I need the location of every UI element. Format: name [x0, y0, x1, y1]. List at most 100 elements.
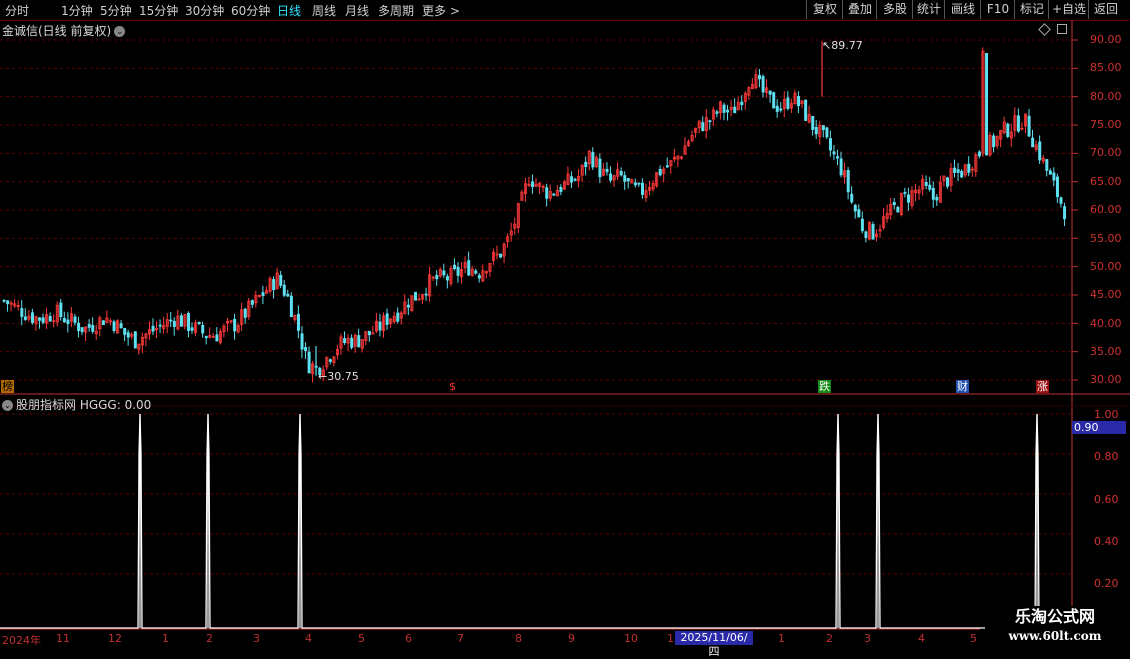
event-marker-dollar[interactable]: $: [448, 380, 457, 393]
candle-body: [953, 167, 957, 173]
candle-body: [453, 264, 457, 270]
candle-body: [187, 313, 191, 331]
y-tick-35: 35.00: [1090, 345, 1122, 358]
candle-body: [66, 319, 70, 325]
candle-body: [1038, 141, 1042, 161]
candle-body: [204, 335, 208, 339]
candle-body: [20, 308, 24, 317]
max-price-annotation: ↖89.77: [822, 39, 863, 52]
candle-body: [233, 318, 237, 332]
candle-body: [857, 209, 861, 218]
candle-body: [708, 120, 712, 123]
candle-body: [832, 151, 836, 155]
candle-body: [73, 316, 77, 323]
event-marker-drop[interactable]: 跌: [818, 380, 831, 393]
candle-body: [151, 325, 155, 332]
candle-body: [477, 275, 481, 279]
candle-body: [598, 158, 602, 178]
candlestick-chart[interactable]: [0, 0, 1130, 650]
candle-body: [722, 104, 726, 113]
candle-body: [768, 90, 772, 95]
candle-body: [977, 151, 981, 157]
candle-body: [445, 276, 449, 281]
y-tick-65: 65.00: [1090, 175, 1122, 188]
candle-body: [30, 312, 34, 323]
candle-body: [38, 317, 42, 321]
candle-body: [665, 165, 669, 168]
candle-body: [1027, 115, 1031, 137]
candle-body: [367, 330, 371, 336]
x-tick-11: 11: [56, 632, 70, 645]
candle-body: [836, 156, 840, 159]
candle-body: [385, 313, 389, 325]
candle-body: [2, 299, 6, 302]
candle-body: [715, 111, 719, 114]
candle-body: [892, 202, 896, 206]
candle-body: [296, 313, 300, 331]
candle-body: [573, 178, 577, 181]
candle-body: [804, 99, 808, 121]
candle-body: [797, 96, 801, 107]
candle-body: [282, 284, 286, 296]
candle-body: [935, 196, 939, 201]
candle-body: [261, 292, 265, 297]
candle-body: [924, 182, 928, 186]
candle-body: [853, 204, 857, 212]
candle-body: [850, 193, 854, 203]
candle-body: [250, 300, 254, 305]
candle-body: [860, 218, 864, 232]
event-marker-finance[interactable]: 财: [956, 380, 969, 393]
candle-body: [1031, 137, 1035, 148]
candle-body: [304, 347, 308, 352]
event-marker-rank[interactable]: 榜: [1, 380, 14, 393]
candle-body: [23, 316, 27, 320]
candle-body: [786, 97, 790, 109]
candle-body: [545, 187, 549, 199]
candle-body: [243, 308, 247, 318]
candle-body: [775, 105, 779, 112]
x-tick-12: 12: [108, 632, 122, 645]
candle-body: [289, 295, 293, 318]
min-price-annotation: ←30.75: [318, 370, 359, 383]
min-price-value: 30.75: [327, 370, 359, 383]
candle-body: [474, 270, 478, 274]
indicator-title-text: 股朋指标网 HGGG: 0.00: [16, 398, 152, 412]
x-tick-2024: 2024年: [2, 634, 41, 647]
candle-body: [825, 127, 829, 138]
candle-body: [584, 161, 588, 168]
x-tick-1c: 1: [778, 632, 785, 645]
candle-body: [169, 319, 173, 322]
candle-body: [279, 274, 283, 286]
x-tick-9: 9: [568, 632, 575, 645]
candle-body: [740, 101, 744, 106]
candle-body: [158, 324, 162, 327]
site-watermark: 乐淘公式网 www.60lt.com: [985, 606, 1125, 648]
candle-body: [197, 321, 201, 325]
y-tick-50: 50.00: [1090, 260, 1122, 273]
candle-body: [907, 194, 911, 203]
candle-body: [1048, 170, 1052, 175]
ind-tick-100: 1.00: [1094, 408, 1119, 421]
candle-body: [726, 109, 730, 113]
candle-body: [637, 182, 641, 185]
candle-body: [733, 106, 737, 114]
x-tick-2c: 2: [826, 632, 833, 645]
candle-body: [201, 324, 205, 334]
candle-body: [343, 338, 347, 343]
candle-body: [62, 318, 66, 323]
x-tick-7: 7: [457, 632, 464, 645]
chevron-down-icon[interactable]: ⌄: [2, 400, 13, 411]
candle-body: [779, 108, 783, 111]
signal-line: [0, 413, 1072, 629]
candle-body: [414, 291, 418, 301]
x-tick-6: 6: [405, 632, 412, 645]
candle-body: [91, 324, 95, 332]
candle-body: [1055, 176, 1059, 198]
candle-body: [101, 320, 105, 326]
candle-body: [456, 266, 460, 276]
event-marker-rise[interactable]: 涨: [1036, 380, 1049, 393]
ind-tick-060: 0.60: [1094, 493, 1119, 506]
y-tick-80: 80.00: [1090, 90, 1122, 103]
candle-body: [286, 293, 290, 297]
candle-body: [605, 168, 609, 173]
